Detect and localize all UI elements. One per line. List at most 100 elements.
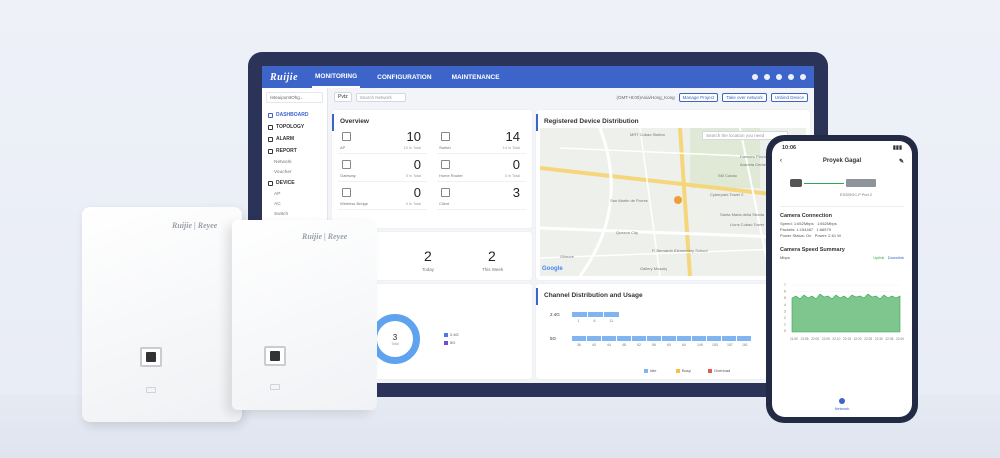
overview-item-label: Gateway xyxy=(340,173,356,178)
overview-item-value: 0 xyxy=(413,185,421,200)
tab-maintenance[interactable]: MAINTENANCE xyxy=(449,66,503,88)
x-tick-label: 22:30 xyxy=(875,337,883,341)
channel-number: 48 xyxy=(622,343,626,347)
y-tick-label: 6 xyxy=(784,290,786,294)
account-selector[interactable]: reteuipomtOhg... xyxy=(266,92,323,103)
device-type-icon xyxy=(342,160,351,169)
sidebar-sub-switch[interactable]: Switch xyxy=(266,209,323,219)
sidebar-item-device[interactable]: DEVICE xyxy=(266,177,323,189)
google-logo: Google xyxy=(542,266,563,272)
sidebar-sub-ac[interactable]: AC xyxy=(266,199,323,209)
ap-left-lan-slot xyxy=(146,387,156,393)
conn-row-power: Power Status: On Power: 2.61 W xyxy=(780,233,841,238)
channel-number: 44 xyxy=(607,343,611,347)
legend-5g: 5G xyxy=(444,340,455,345)
overview-item-value: 10 xyxy=(406,129,421,144)
dashboard-icon xyxy=(268,112,273,118)
channel-number: 157 xyxy=(727,343,733,347)
overview-item[interactable]: Client 3 xyxy=(437,184,526,210)
map-label-quezon: Quezon City xyxy=(616,230,639,235)
settings-icon[interactable] xyxy=(788,74,794,80)
channel-bar xyxy=(632,336,646,341)
legend-downlink: Downlink xyxy=(887,255,904,260)
x-tick-label: 22:25 xyxy=(864,337,872,341)
channel-bar xyxy=(604,312,619,317)
channel-bar xyxy=(722,336,736,341)
ap-right-lan-slot xyxy=(270,384,280,390)
band-24g-label: 2.4G xyxy=(550,312,560,317)
tab-configuration[interactable]: CONFIGURATION xyxy=(374,66,434,88)
count-week-label: This Week xyxy=(482,267,504,272)
alarm-icon xyxy=(268,136,273,142)
phone-time: 10:06 xyxy=(782,145,797,151)
overview-item-sub: 0 in Total xyxy=(504,174,520,178)
overview-item[interactable]: Switch 14 14 in Total xyxy=(437,128,526,154)
take-over-network-button[interactable]: Take over network xyxy=(722,92,767,102)
donut-label: Total xyxy=(391,341,399,346)
logout-icon[interactable] xyxy=(800,74,806,80)
ap-left-brand: Ruijie | Reyee xyxy=(172,221,218,230)
overview-item-label: Wireless Bridge xyxy=(340,201,369,206)
channel-number: 6 xyxy=(593,319,596,323)
manage-project-button[interactable]: Manage Project xyxy=(678,92,719,102)
overview-item[interactable]: AP 10 10 in Total xyxy=(338,128,427,154)
y-tick-label: 0 xyxy=(784,329,786,333)
overview-item[interactable]: Wireless Bridge 0 0 in Total xyxy=(338,184,427,210)
y-tick-label: 4 xyxy=(784,303,786,307)
sidebar-sub-voucher[interactable]: Voucher xyxy=(266,167,323,177)
back-icon[interactable]: ‹ xyxy=(780,158,782,164)
map-label-mrt: MRT Cubao Station xyxy=(630,132,665,137)
link-line xyxy=(804,183,844,184)
user-icon[interactable] xyxy=(764,74,770,80)
sidebar-item-dashboard[interactable]: DASHBOARD xyxy=(266,109,323,121)
sidebar-item-report[interactable]: REPORT xyxy=(266,145,323,157)
channel-bar xyxy=(602,336,616,341)
overview-item[interactable]: Home Router 0 0 in Total xyxy=(437,156,526,182)
tab-monitoring[interactable]: MONITORING xyxy=(312,66,361,88)
overview-item[interactable]: Gateway 0 0 in Total xyxy=(338,156,427,182)
overview-item-sub: 0 in Total xyxy=(405,202,421,206)
camera-icon xyxy=(790,179,802,187)
x-tick-label: 22:10 xyxy=(832,337,840,341)
edit-icon[interactable]: ✎ xyxy=(899,158,904,165)
overview-card: Overview AP 10 10 in Total Switch 14 14 in To… xyxy=(332,110,532,228)
timezone-label: (GMT+8:00)Asia/Hong_Kong xyxy=(616,94,675,100)
channel-segment: 36 xyxy=(572,336,586,347)
legend-uplink: Uplink xyxy=(873,255,885,260)
device-type-icon xyxy=(342,132,351,141)
overview-item-label: Switch xyxy=(439,145,451,150)
x-tick-label: 22:35 xyxy=(885,337,893,341)
channel-number: 149 xyxy=(697,343,703,347)
sidebar-sub-network[interactable]: Network xyxy=(266,157,323,167)
unbind-device-button[interactable]: Unbind Device xyxy=(770,92,808,102)
band-5g-label: 5G xyxy=(550,336,557,341)
project-select[interactable]: Pvtz xyxy=(334,92,352,102)
connection-title: Camera Connection xyxy=(780,213,832,219)
channel-number: 153 xyxy=(712,343,718,347)
sidebar-item-topology[interactable]: TOPOLOGY xyxy=(266,121,323,133)
channel-24g-row: 1 6 11 xyxy=(572,312,619,323)
channel-segment: 6 xyxy=(588,312,603,323)
channel-segment: 149 xyxy=(692,336,706,347)
overview-item-label: Home Router xyxy=(439,173,463,178)
map-label-farmers: Farmers Plaza xyxy=(740,154,767,159)
sidebar-sub-ap[interactable]: AP xyxy=(266,189,323,199)
bottom-nav-network[interactable]: Network xyxy=(772,398,912,411)
bell-icon[interactable] xyxy=(752,74,758,80)
channel-segment: 1 xyxy=(572,312,587,323)
ethernet-port-icon xyxy=(146,352,156,362)
channel-segment: 56 xyxy=(647,336,661,347)
network-search-input[interactable]: Search Network xyxy=(355,92,406,102)
speed-area-chart: 76543210 21:50 21:55 22:00 22:05 22:10 22:15 2… xyxy=(784,283,904,341)
x-axis-ticks: 21:50 21:55 22:00 22:05 22:10 22:15 22:20 22:25… xyxy=(790,337,904,341)
sidebar-item-alarm[interactable]: ALARM xyxy=(266,133,323,145)
speed-legend-row: Mbps Uplink Downlink xyxy=(772,255,912,261)
count-today-value: 2 xyxy=(424,248,432,264)
x-tick-label: 22:15 xyxy=(843,337,851,341)
phone-header: ‹ Proyek Gagal ✎ xyxy=(772,155,912,167)
count-today-label: Today xyxy=(422,267,435,272)
device-type-icon xyxy=(342,188,351,197)
channel-bar xyxy=(572,312,587,317)
camera-topology: ES209GC-P Port 2 xyxy=(780,171,904,207)
help-icon[interactable] xyxy=(776,74,782,80)
